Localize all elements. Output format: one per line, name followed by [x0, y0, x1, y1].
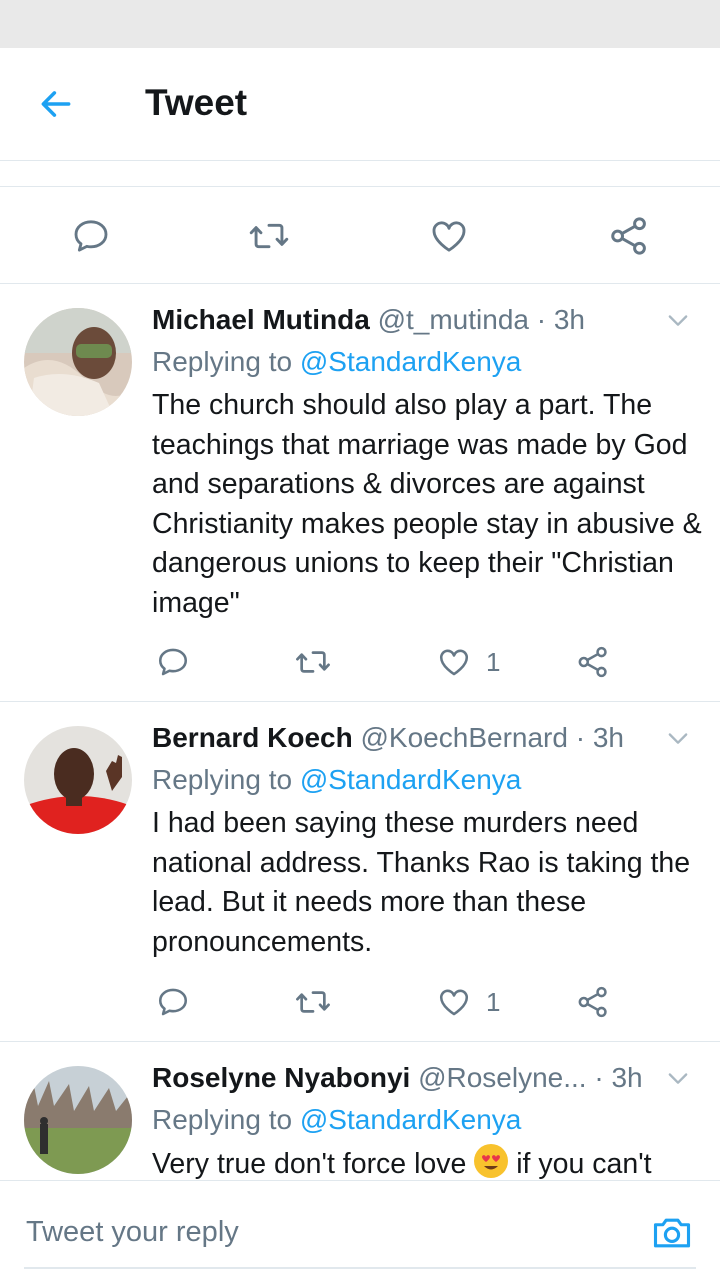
- replying-to: Replying to @StandardKenya: [152, 346, 521, 378]
- reply-button[interactable]: [156, 642, 190, 682]
- input-underline: [24, 1267, 696, 1269]
- timestamp: · 3h: [575, 722, 624, 753]
- reply-tweet[interactable]: Michael Mutinda @t_mutinda · 3h Replying…: [0, 284, 720, 702]
- like-count: 1: [486, 646, 501, 677]
- tweet-actions: 1: [152, 982, 622, 1022]
- author-handle[interactable]: @Roselyne...: [418, 1062, 587, 1093]
- chevron-down-icon[interactable]: [664, 306, 692, 334]
- arrow-left-icon: [41, 91, 71, 117]
- tweet-text-part: if you can't: [508, 1148, 652, 1180]
- like-button[interactable]: 1: [436, 982, 500, 1022]
- tweet-header: Roselyne Nyabonyi @Roselyne... · 3h: [152, 1062, 660, 1094]
- author-handle[interactable]: @KoechBernard: [361, 722, 568, 753]
- replying-to-label: Replying to: [152, 764, 293, 795]
- tweet-text: Very true don't force love if you can't: [152, 1144, 707, 1180]
- share-icon: [611, 217, 646, 255]
- mention-link[interactable]: @StandardKenya: [300, 1104, 521, 1135]
- tweet-actions: 1: [152, 642, 622, 682]
- heart-icon: [439, 989, 469, 1016]
- mention-link[interactable]: @StandardKenya: [300, 764, 521, 795]
- tweet-text-part: Very true don't force love: [152, 1148, 467, 1180]
- reply-tweet[interactable]: Bernard Koech @KoechBernard · 3h Replyin…: [0, 702, 720, 1042]
- reply-icon: [74, 220, 108, 252]
- camera-icon: [653, 1218, 691, 1248]
- retweet-icon: [296, 991, 330, 1013]
- author-handle[interactable]: @t_mutinda: [378, 304, 529, 335]
- replying-to-label: Replying to: [152, 346, 293, 377]
- replying-to: Replying to @StandardKenya: [152, 1104, 521, 1136]
- retweet-icon: [296, 651, 330, 673]
- like-count: 1: [486, 986, 501, 1017]
- like-button[interactable]: [428, 215, 470, 257]
- author-name[interactable]: Bernard Koech: [152, 722, 353, 753]
- camera-button[interactable]: [650, 1211, 694, 1255]
- retweet-button[interactable]: [294, 982, 332, 1022]
- reply-tweet[interactable]: Roselyne Nyabonyi @Roselyne... · 3h Repl…: [0, 1042, 720, 1180]
- reply-composer: [0, 1180, 720, 1280]
- timestamp: · 3h: [536, 304, 585, 335]
- tweet-text: I had been saying these murders need nat…: [152, 807, 691, 958]
- retweet-icon: [249, 223, 289, 249]
- tweet-text: The church should also play a part. The …: [152, 389, 702, 619]
- heart-icon: [439, 649, 469, 676]
- heart-eyes-emoji-icon: [474, 1144, 509, 1178]
- mention-link[interactable]: @StandardKenya: [300, 346, 521, 377]
- tweet-header: Michael Mutinda @t_mutinda · 3h: [152, 304, 660, 336]
- avatar[interactable]: [24, 1066, 132, 1174]
- share-icon: [578, 986, 607, 1018]
- retweet-button[interactable]: [294, 642, 332, 682]
- tweet-header: Bernard Koech @KoechBernard · 3h: [152, 722, 660, 754]
- retweet-button[interactable]: [248, 215, 290, 257]
- chevron-down-icon[interactable]: [664, 1064, 692, 1092]
- back-button[interactable]: [30, 78, 82, 130]
- share-button[interactable]: [576, 982, 610, 1022]
- like-button[interactable]: 1: [436, 642, 500, 682]
- reply-input[interactable]: [24, 1203, 628, 1261]
- heart-icon: [432, 221, 466, 252]
- avatar[interactable]: [24, 726, 132, 834]
- app-header: Tweet: [0, 48, 720, 161]
- author-name[interactable]: Michael Mutinda: [152, 304, 370, 335]
- reply-button[interactable]: [156, 982, 190, 1022]
- share-button[interactable]: [608, 215, 650, 257]
- share-icon: [578, 646, 607, 678]
- replying-to: Replying to @StandardKenya: [152, 764, 521, 796]
- avatar[interactable]: [24, 308, 132, 416]
- reply-button[interactable]: [70, 215, 112, 257]
- chevron-down-icon[interactable]: [664, 724, 692, 752]
- status-bar: [0, 0, 720, 48]
- reply-icon: [158, 648, 188, 676]
- main-tweet-actions: [0, 186, 720, 284]
- reply-icon: [158, 988, 188, 1016]
- share-button[interactable]: [576, 642, 610, 682]
- timestamp: · 3h: [594, 1062, 643, 1093]
- page-title: Tweet: [145, 82, 248, 123]
- author-name[interactable]: Roselyne Nyabonyi: [152, 1062, 410, 1093]
- replying-to-label: Replying to: [152, 1104, 293, 1135]
